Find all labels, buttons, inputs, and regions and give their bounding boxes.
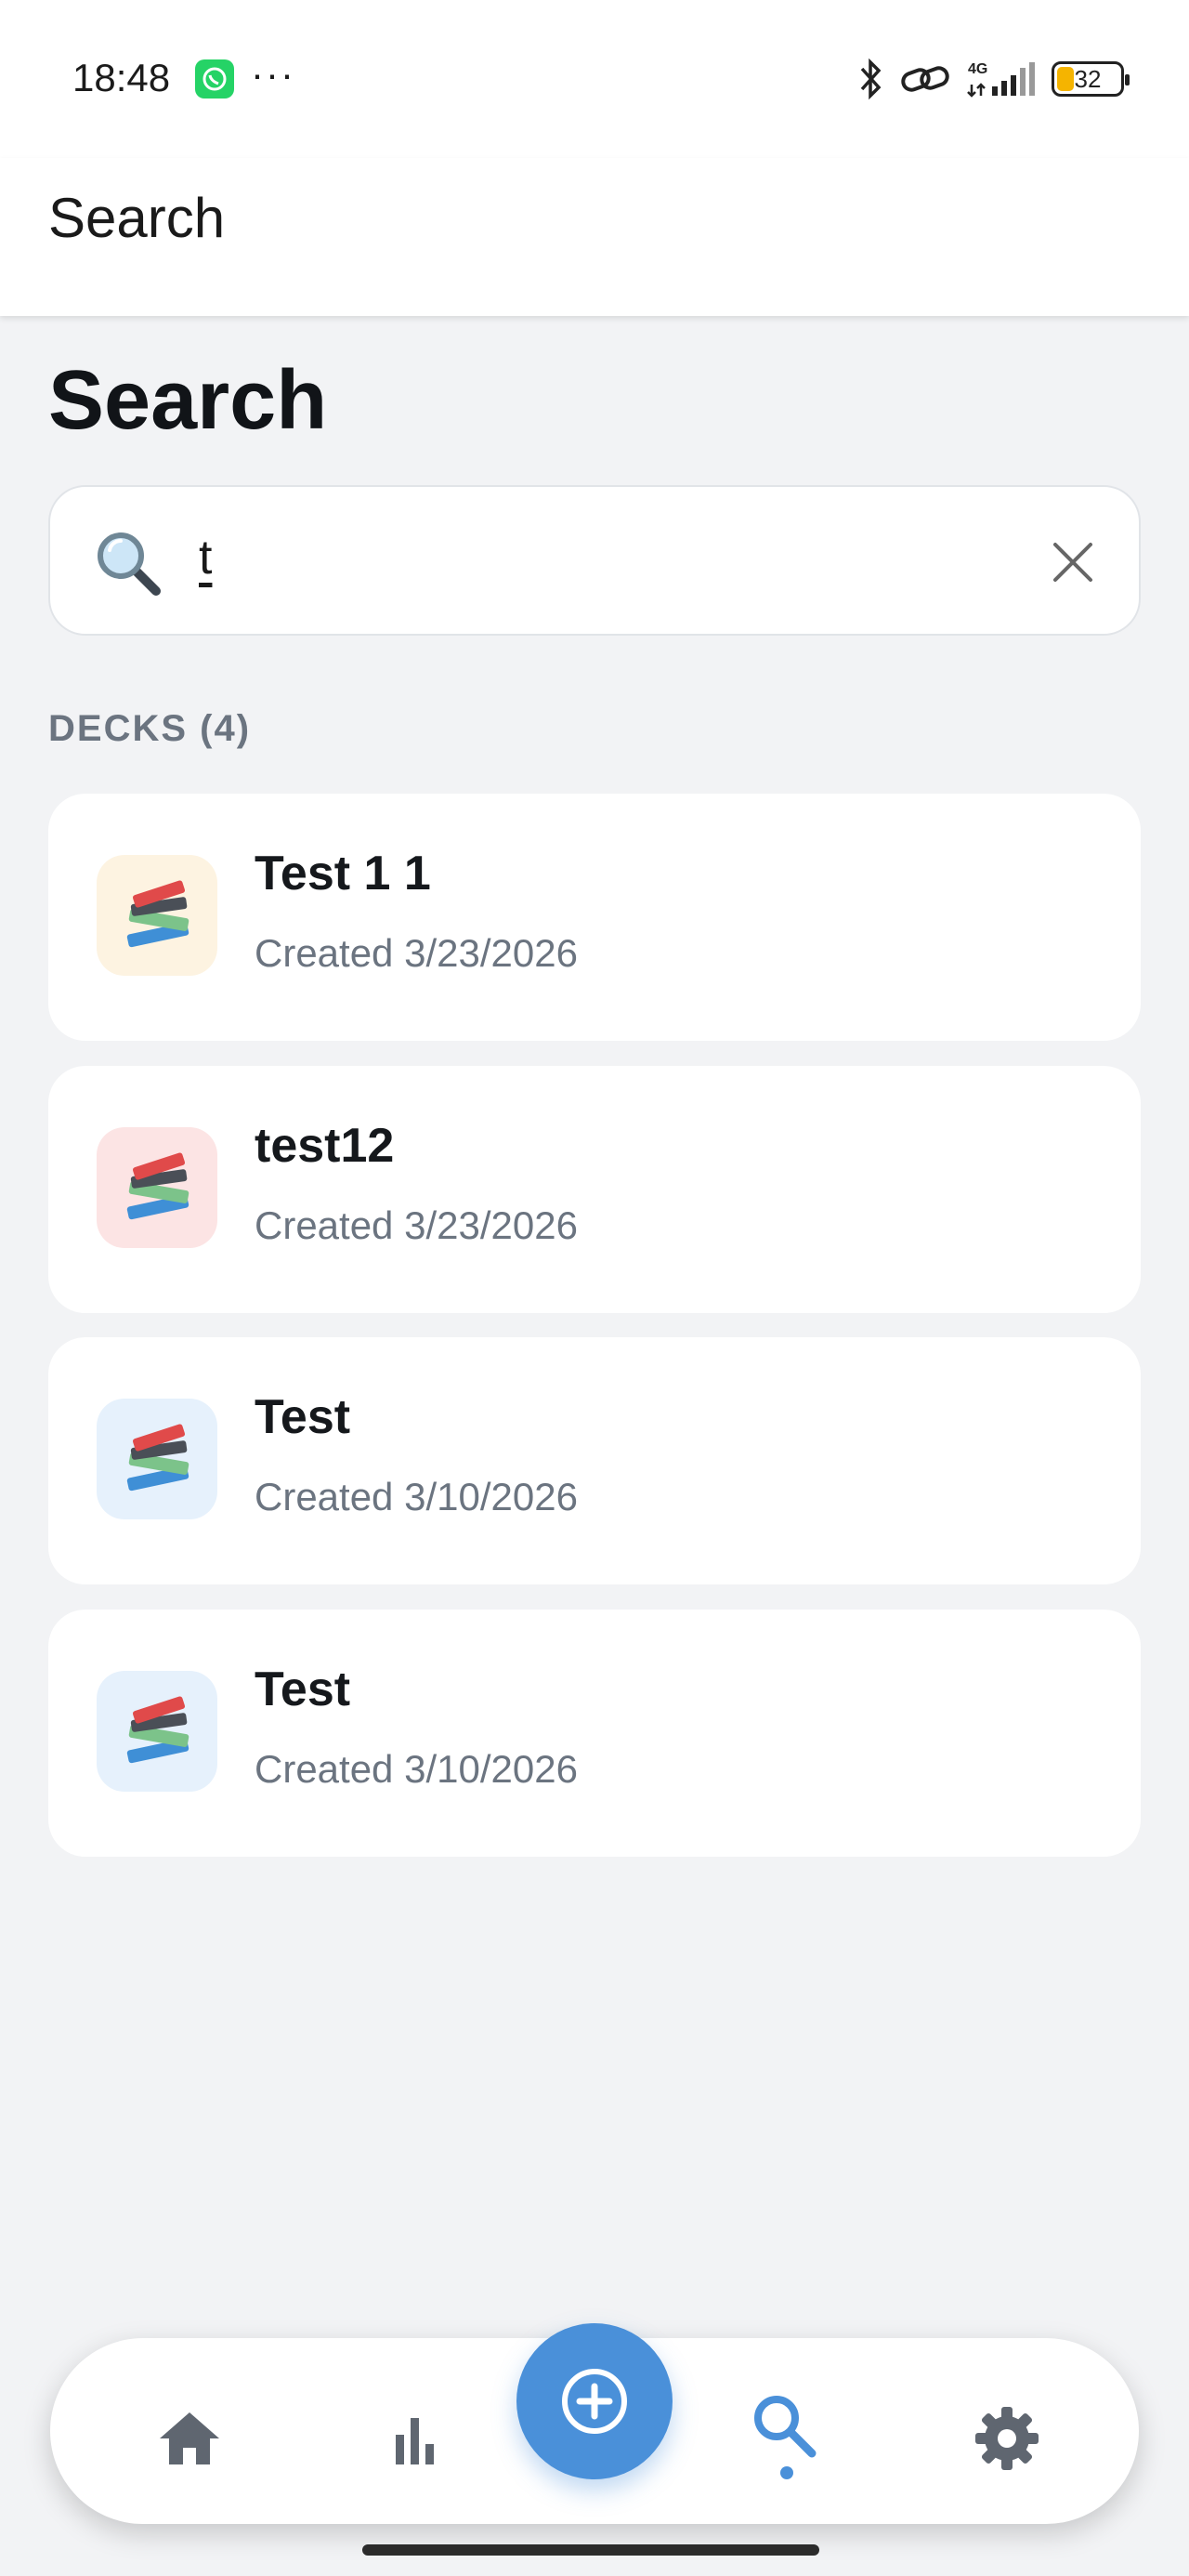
status-icons: 4G 32 xyxy=(856,56,1130,102)
books-icon xyxy=(126,1152,189,1220)
deck-created-date: Created 3/10/2026 xyxy=(255,1747,578,1791)
app-bar-title: Search xyxy=(48,187,226,249)
home-indicator[interactable] xyxy=(362,2544,819,2556)
battery-level: 32 xyxy=(1074,64,1102,93)
magnifier-emoji-icon xyxy=(98,532,161,596)
deck-card[interactable]: Test Created 3/10/2026 xyxy=(48,1337,1141,1584)
svg-text:4G: 4G xyxy=(968,61,987,77)
books-icon xyxy=(126,1424,189,1492)
add-icon xyxy=(562,2369,627,2434)
deck-created-date: Created 3/10/2026 xyxy=(255,1475,578,1518)
active-indicator-dot xyxy=(780,2466,793,2479)
books-icon xyxy=(126,1696,189,1764)
settings-icon[interactable] xyxy=(970,2401,1044,2476)
bluetooth-icon xyxy=(860,58,882,100)
link-icon xyxy=(901,66,949,92)
deck-title: test12 xyxy=(255,1119,395,1173)
app-bar: Search xyxy=(0,158,1189,316)
deck-created-date: Created 3/23/2026 xyxy=(255,931,578,975)
home-icon[interactable] xyxy=(152,2401,227,2476)
deck-icon xyxy=(97,1399,217,1519)
stats-icon[interactable] xyxy=(377,2401,451,2476)
deck-icon xyxy=(97,1671,217,1792)
status-more-dots: ··· xyxy=(251,52,295,96)
clear-x-icon[interactable] xyxy=(1048,537,1098,587)
decks-section-label: DECKS (4) xyxy=(48,708,252,749)
search-input[interactable]: t xyxy=(48,485,1141,636)
deck-created-date: Created 3/23/2026 xyxy=(255,1203,578,1247)
search-icon[interactable] xyxy=(747,2388,821,2463)
deck-icon xyxy=(97,855,217,976)
deck-card[interactable]: test12 Created 3/23/2026 xyxy=(48,1066,1141,1313)
signal-icon: 4G xyxy=(967,61,1035,98)
books-icon xyxy=(126,880,189,948)
status-bar: 18:48 ··· 4G 32 xyxy=(0,0,1189,158)
deck-card[interactable]: Test 1 1 Created 3/23/2026 xyxy=(48,794,1141,1041)
deck-title: Test xyxy=(255,1663,351,1716)
search-query-text[interactable]: t xyxy=(199,530,212,585)
add-button[interactable] xyxy=(516,2323,673,2479)
page-title: Search xyxy=(48,354,328,447)
deck-title: Test 1 1 xyxy=(255,847,431,900)
whatsapp-icon xyxy=(195,59,234,99)
status-time: 18:48 xyxy=(72,56,171,99)
deck-icon xyxy=(97,1127,217,1248)
deck-title: Test xyxy=(255,1390,351,1444)
deck-card[interactable]: Test Created 3/10/2026 xyxy=(48,1610,1141,1857)
battery-icon: 32 xyxy=(1052,61,1130,97)
